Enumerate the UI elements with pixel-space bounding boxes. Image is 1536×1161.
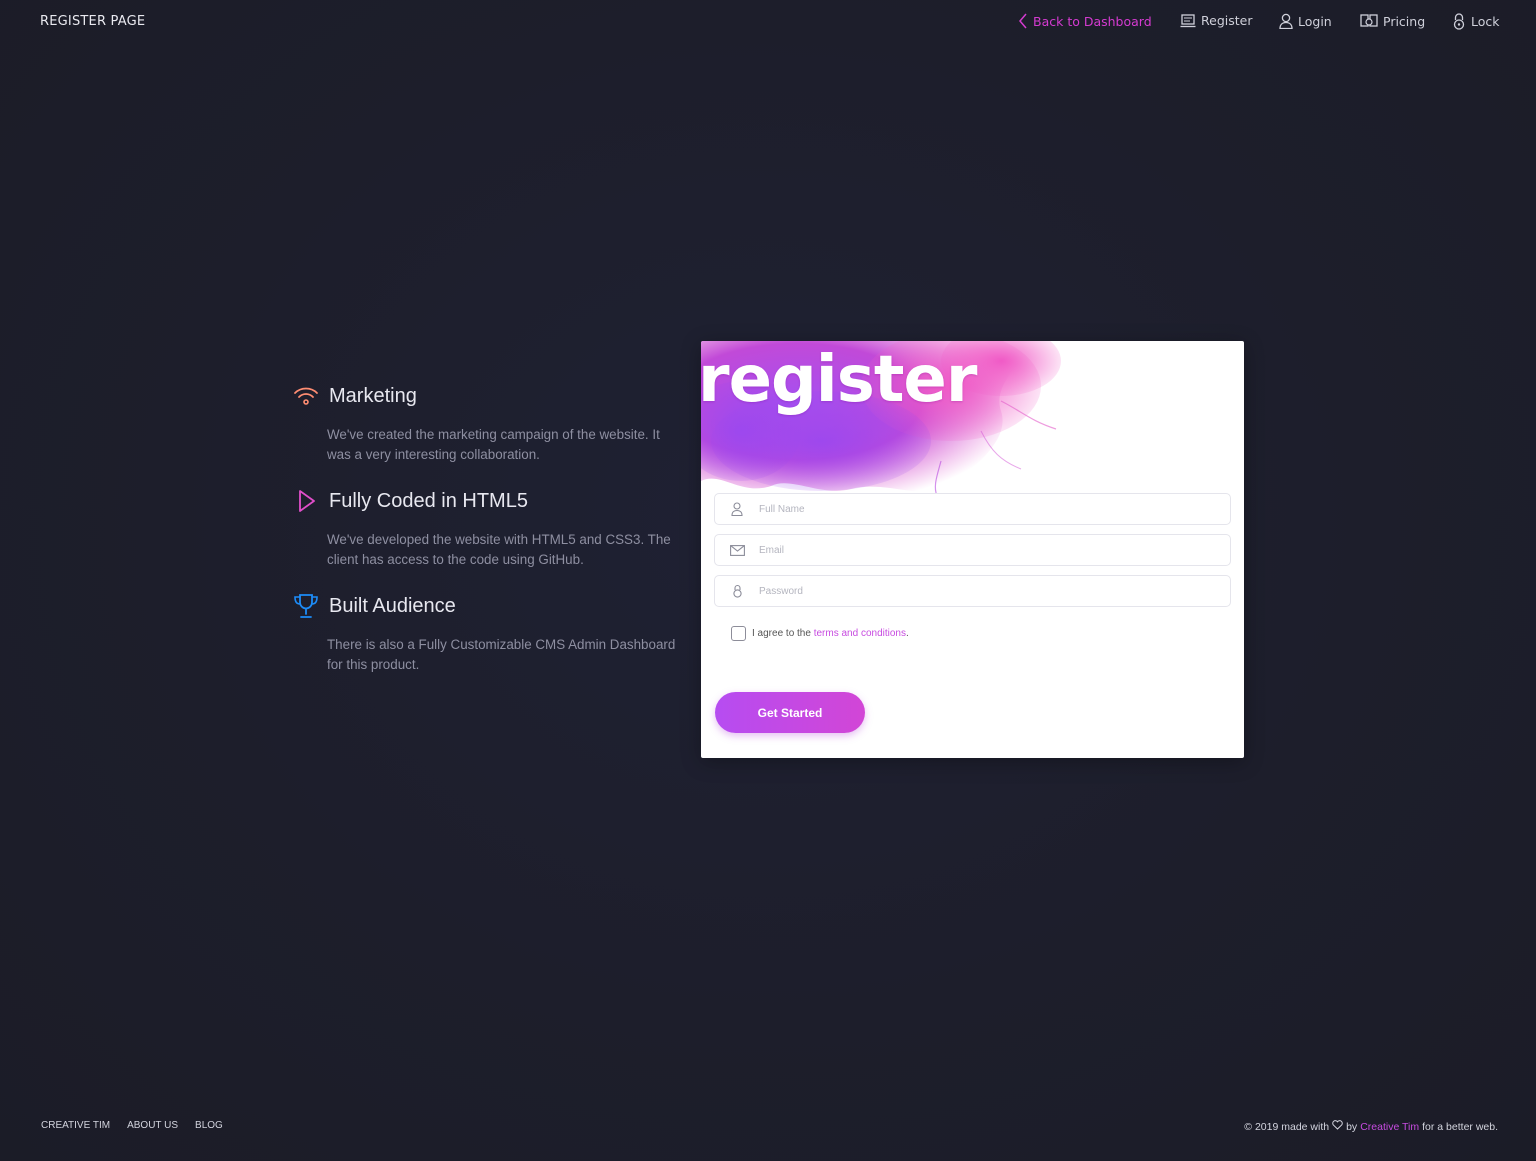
user-icon: [1279, 13, 1293, 29]
copyright-by: by: [1346, 1120, 1358, 1133]
nav-lock[interactable]: Lock: [1452, 13, 1500, 30]
password-field[interactable]: [714, 575, 1231, 607]
register-card: register I agree to the terms and condit…: [701, 341, 1244, 758]
back-to-dashboard-link[interactable]: Back to Dashboard: [1018, 13, 1152, 29]
footer-nav: CREATIVE TIM ABOUT US BLOG: [41, 1120, 223, 1131]
nav-register[interactable]: Register: [1180, 13, 1252, 28]
email-field[interactable]: [714, 534, 1231, 566]
nav-login[interactable]: Login: [1279, 13, 1332, 29]
footer-link-about-us[interactable]: ABOUT US: [127, 1120, 178, 1131]
nav-pricing-label: Pricing: [1383, 13, 1426, 29]
terms-checkbox[interactable]: [731, 626, 746, 641]
card-title: register: [701, 343, 977, 417]
copyright: © 2019 made with by Creative Tim for a b…: [1244, 1120, 1498, 1133]
envelope-icon: [715, 544, 759, 556]
nav-pricing[interactable]: Pricing: [1360, 13, 1425, 29]
email-input[interactable]: [759, 544, 1219, 556]
trophy-icon: [293, 593, 319, 619]
laptop-icon: [1180, 13, 1196, 28]
info-html5: Fully Coded in HTML5 We've developed the…: [293, 486, 693, 569]
info-title: Fully Coded in HTML5: [329, 489, 528, 512]
info-marketing: Marketing We've created the marketing ca…: [293, 381, 693, 464]
nav-login-label: Login: [1298, 13, 1332, 29]
copyright-brand-link[interactable]: Creative Tim: [1360, 1121, 1419, 1133]
info-description: There is also a Fully Customizable CMS A…: [327, 637, 676, 672]
terms-label: I agree to the: [752, 628, 811, 639]
full-name-input[interactable]: [759, 503, 1219, 515]
password-input[interactable]: [759, 585, 1219, 597]
terms-period: .: [906, 628, 909, 639]
terms-agreement: I agree to the terms and conditions.: [731, 626, 909, 641]
info-title: Marketing: [329, 384, 417, 407]
navbar: REGISTER PAGE Back to Dashboard Register…: [0, 0, 1536, 46]
chevron-left-icon: [1018, 13, 1028, 29]
copyright-pre: © 2019 made with: [1244, 1120, 1330, 1133]
nav-lock-label: Lock: [1471, 14, 1500, 29]
lock-icon: [715, 584, 759, 598]
terms-link[interactable]: terms and conditions: [814, 628, 906, 639]
footer-link-blog[interactable]: BLOG: [195, 1120, 223, 1131]
full-name-field[interactable]: [714, 493, 1231, 525]
terms-text: I agree to the terms and conditions.: [752, 628, 909, 639]
triangle-right-icon: [293, 488, 319, 514]
heart-icon: [1332, 1120, 1343, 1133]
info-description: We've created the marketing campaign of …: [327, 427, 660, 462]
money-icon: [1360, 13, 1378, 29]
info-description: We've developed the website with HTML5 a…: [327, 532, 671, 567]
footer-link-creative-tim[interactable]: CREATIVE TIM: [41, 1120, 110, 1131]
back-to-dashboard-label: Back to Dashboard: [1033, 13, 1152, 29]
user-icon: [715, 502, 759, 516]
get-started-button[interactable]: Get Started: [715, 692, 865, 733]
navbar-brand[interactable]: REGISTER PAGE: [40, 14, 145, 29]
info-title: Built Audience: [329, 594, 456, 617]
info-audience: Built Audience There is also a Fully Cus…: [293, 591, 693, 674]
wifi-icon: [293, 383, 319, 409]
card-header-image: register: [701, 341, 1244, 501]
lock-icon: [1452, 13, 1466, 30]
copyright-post: for a better web.: [1422, 1120, 1498, 1133]
nav-register-label: Register: [1201, 13, 1253, 28]
